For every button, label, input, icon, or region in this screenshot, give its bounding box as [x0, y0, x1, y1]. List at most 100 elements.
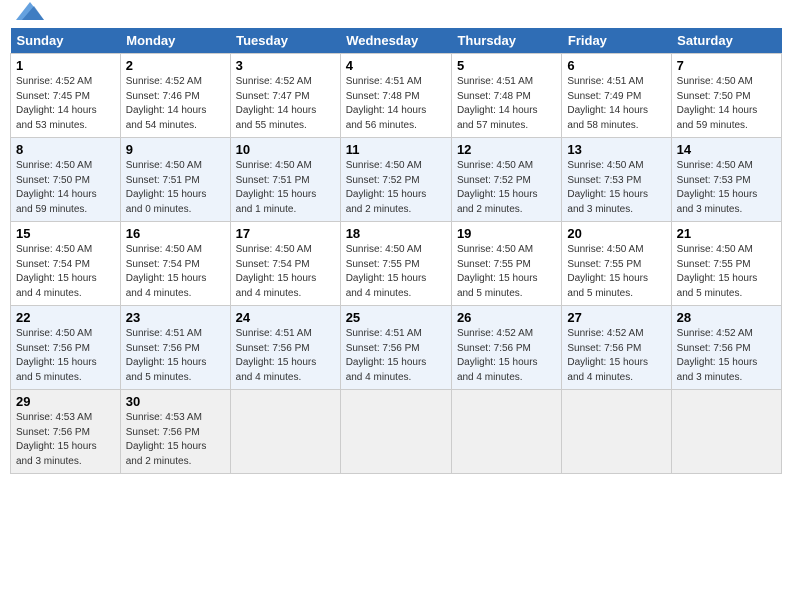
day-number: 26	[457, 310, 556, 325]
logo	[14, 10, 44, 20]
day-of-week-header: Tuesday	[230, 28, 340, 54]
calendar-day-cell: 1Sunrise: 4:52 AM Sunset: 7:45 PM Daylig…	[11, 54, 121, 138]
day-info: Sunrise: 4:51 AM Sunset: 7:56 PM Dayligh…	[126, 327, 225, 385]
day-info: Sunrise: 4:50 AM Sunset: 7:54 PM Dayligh…	[16, 243, 115, 301]
calendar-day-cell: 16 Sunrise: 4:50 AM Sunset: 7:54 PM Dayli…	[120, 222, 230, 306]
calendar-day-cell	[671, 390, 781, 474]
day-number: 4	[346, 58, 446, 73]
day-info: Sunrise: 4:51 AM Sunset: 7:49 PM Dayligh…	[567, 75, 665, 133]
day-number: 17	[236, 226, 335, 241]
calendar-day-cell: 7Sunrise: 4:50 AM Sunset: 7:50 PM Daylig…	[671, 54, 781, 138]
day-info: Sunrise: 4:52 AM Sunset: 7:46 PM Dayligh…	[126, 75, 225, 133]
day-info: Sunrise: 4:52 AM Sunset: 7:47 PM Dayligh…	[236, 75, 335, 133]
calendar-day-cell: 28 Sunrise: 4:52 AM Sunset: 7:56 PM Dayli…	[671, 306, 781, 390]
calendar-week-row: 8 Sunrise: 4:50 AM Sunset: 7:50 PM Daylig…	[11, 138, 782, 222]
day-info: Sunrise: 4:51 AM Sunset: 7:56 PM Dayligh…	[236, 327, 335, 385]
day-number: 7	[677, 58, 776, 73]
calendar-day-cell	[451, 390, 561, 474]
day-number: 2	[126, 58, 225, 73]
day-number: 8	[16, 142, 115, 157]
calendar-day-cell: 14Sunrise: 4:50 AM Sunset: 7:53 PM Dayli…	[671, 138, 781, 222]
day-number: 29	[16, 394, 115, 409]
day-info: Sunrise: 4:53 AM Sunset: 7:56 PM Dayligh…	[126, 411, 225, 469]
calendar-header-row: SundayMondayTuesdayWednesdayThursdayFrid…	[11, 28, 782, 54]
calendar-day-cell	[562, 390, 671, 474]
day-number: 23	[126, 310, 225, 325]
calendar-day-cell: 10 Sunrise: 4:50 AM Sunset: 7:51 PM Dayli…	[230, 138, 340, 222]
calendar-day-cell: 6 Sunrise: 4:51 AM Sunset: 7:49 PM Daylig…	[562, 54, 671, 138]
calendar-day-cell: 21 Sunrise: 4:50 AM Sunset: 7:55 PM Dayli…	[671, 222, 781, 306]
day-info: Sunrise: 4:50 AM Sunset: 7:52 PM Dayligh…	[457, 159, 556, 217]
day-info: Sunrise: 4:53 AM Sunset: 7:56 PM Dayligh…	[16, 411, 115, 469]
calendar-day-cell: 22 Sunrise: 4:50 AM Sunset: 7:56 PM Dayli…	[11, 306, 121, 390]
day-number: 5	[457, 58, 556, 73]
day-info: Sunrise: 4:52 AM Sunset: 7:56 PM Dayligh…	[567, 327, 665, 385]
calendar-day-cell: 15 Sunrise: 4:50 AM Sunset: 7:54 PM Dayli…	[11, 222, 121, 306]
calendar-day-cell: 29 Sunrise: 4:53 AM Sunset: 7:56 PM Dayli…	[11, 390, 121, 474]
calendar-week-row: 22 Sunrise: 4:50 AM Sunset: 7:56 PM Dayli…	[11, 306, 782, 390]
logo-icon	[16, 2, 44, 20]
day-info: Sunrise: 4:50 AM Sunset: 7:53 PM Dayligh…	[677, 159, 776, 217]
day-info: Sunrise: 4:52 AM Sunset: 7:56 PM Dayligh…	[677, 327, 776, 385]
day-info: Sunrise: 4:50 AM Sunset: 7:56 PM Dayligh…	[16, 327, 115, 385]
day-number: 27	[567, 310, 665, 325]
calendar-day-cell: 24 Sunrise: 4:51 AM Sunset: 7:56 PM Dayli…	[230, 306, 340, 390]
day-of-week-header: Wednesday	[340, 28, 451, 54]
day-number: 28	[677, 310, 776, 325]
day-number: 18	[346, 226, 446, 241]
calendar-day-cell: 23 Sunrise: 4:51 AM Sunset: 7:56 PM Dayli…	[120, 306, 230, 390]
day-info: Sunrise: 4:50 AM Sunset: 7:55 PM Dayligh…	[346, 243, 446, 301]
day-of-week-header: Saturday	[671, 28, 781, 54]
calendar-day-cell: 17 Sunrise: 4:50 AM Sunset: 7:54 PM Dayli…	[230, 222, 340, 306]
page-header	[10, 10, 782, 20]
day-number: 24	[236, 310, 335, 325]
day-number: 19	[457, 226, 556, 241]
day-number: 21	[677, 226, 776, 241]
calendar-day-cell: 8 Sunrise: 4:50 AM Sunset: 7:50 PM Daylig…	[11, 138, 121, 222]
calendar-day-cell: 5 Sunrise: 4:51 AM Sunset: 7:48 PM Daylig…	[451, 54, 561, 138]
calendar-day-cell: 19 Sunrise: 4:50 AM Sunset: 7:55 PM Dayli…	[451, 222, 561, 306]
day-of-week-header: Thursday	[451, 28, 561, 54]
day-number: 15	[16, 226, 115, 241]
calendar-day-cell	[230, 390, 340, 474]
calendar-day-cell: 27 Sunrise: 4:52 AM Sunset: 7:56 PM Dayli…	[562, 306, 671, 390]
calendar-table: SundayMondayTuesdayWednesdayThursdayFrid…	[10, 28, 782, 474]
day-info: Sunrise: 4:50 AM Sunset: 7:54 PM Dayligh…	[126, 243, 225, 301]
calendar-day-cell: 12 Sunrise: 4:50 AM Sunset: 7:52 PM Dayli…	[451, 138, 561, 222]
day-number: 11	[346, 142, 446, 157]
calendar-day-cell	[340, 390, 451, 474]
day-number: 25	[346, 310, 446, 325]
calendar-week-row: 29 Sunrise: 4:53 AM Sunset: 7:56 PM Dayli…	[11, 390, 782, 474]
calendar-day-cell: 9 Sunrise: 4:50 AM Sunset: 7:51 PM Daylig…	[120, 138, 230, 222]
day-number: 12	[457, 142, 556, 157]
calendar-day-cell: 13Sunrise: 4:50 AM Sunset: 7:53 PM Dayli…	[562, 138, 671, 222]
calendar-day-cell: 4 Sunrise: 4:51 AM Sunset: 7:48 PM Daylig…	[340, 54, 451, 138]
day-of-week-header: Monday	[120, 28, 230, 54]
day-info: Sunrise: 4:50 AM Sunset: 7:55 PM Dayligh…	[567, 243, 665, 301]
day-info: Sunrise: 4:52 AM Sunset: 7:56 PM Dayligh…	[457, 327, 556, 385]
day-info: Sunrise: 4:50 AM Sunset: 7:53 PM Dayligh…	[567, 159, 665, 217]
day-number: 1	[16, 58, 115, 73]
day-number: 30	[126, 394, 225, 409]
calendar-week-row: 1Sunrise: 4:52 AM Sunset: 7:45 PM Daylig…	[11, 54, 782, 138]
day-info: Sunrise: 4:50 AM Sunset: 7:54 PM Dayligh…	[236, 243, 335, 301]
day-info: Sunrise: 4:50 AM Sunset: 7:51 PM Dayligh…	[236, 159, 335, 217]
day-info: Sunrise: 4:51 AM Sunset: 7:48 PM Dayligh…	[457, 75, 556, 133]
day-info: Sunrise: 4:50 AM Sunset: 7:55 PM Dayligh…	[457, 243, 556, 301]
day-number: 6	[567, 58, 665, 73]
calendar-day-cell: 25Sunrise: 4:51 AM Sunset: 7:56 PM Dayli…	[340, 306, 451, 390]
day-number: 10	[236, 142, 335, 157]
day-number: 22	[16, 310, 115, 325]
calendar-day-cell: 20Sunrise: 4:50 AM Sunset: 7:55 PM Dayli…	[562, 222, 671, 306]
day-info: Sunrise: 4:50 AM Sunset: 7:52 PM Dayligh…	[346, 159, 446, 217]
day-info: Sunrise: 4:50 AM Sunset: 7:50 PM Dayligh…	[16, 159, 115, 217]
calendar-day-cell: 30 Sunrise: 4:53 AM Sunset: 7:56 PM Dayli…	[120, 390, 230, 474]
day-info: Sunrise: 4:50 AM Sunset: 7:55 PM Dayligh…	[677, 243, 776, 301]
calendar-day-cell: 18 Sunrise: 4:50 AM Sunset: 7:55 PM Dayli…	[340, 222, 451, 306]
day-info: Sunrise: 4:51 AM Sunset: 7:48 PM Dayligh…	[346, 75, 446, 133]
calendar-day-cell: 2 Sunrise: 4:52 AM Sunset: 7:46 PM Daylig…	[120, 54, 230, 138]
day-info: Sunrise: 4:50 AM Sunset: 7:51 PM Dayligh…	[126, 159, 225, 217]
calendar-day-cell: 26 Sunrise: 4:52 AM Sunset: 7:56 PM Dayli…	[451, 306, 561, 390]
day-number: 16	[126, 226, 225, 241]
day-number: 9	[126, 142, 225, 157]
